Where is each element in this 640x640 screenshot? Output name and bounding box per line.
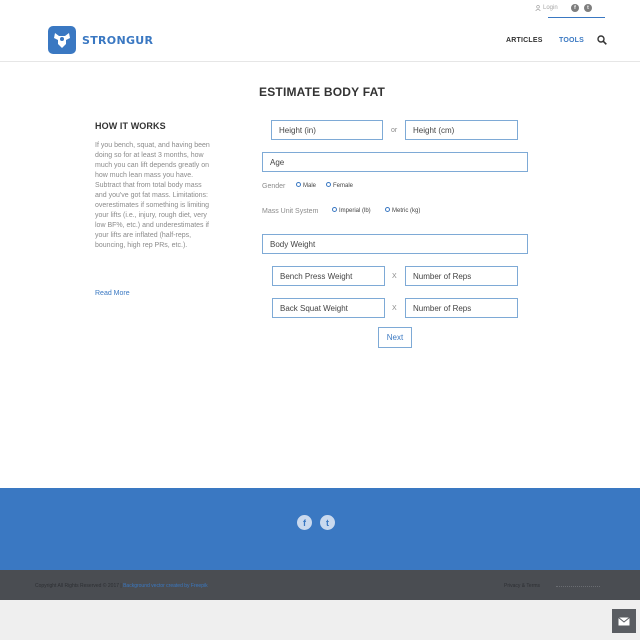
- sidebar-body: If you bench, squat, and having been doi…: [95, 142, 210, 249]
- footer: [0, 488, 640, 570]
- gender-female-label: Female: [333, 183, 354, 189]
- or-separator: or: [391, 127, 398, 134]
- body-weight-input[interactable]: Body Weight: [262, 234, 528, 254]
- footer-twitter-icon[interactable]: t: [320, 515, 335, 530]
- top-bar: STRONGUR Login f t ARTICLES TOOLS: [0, 0, 640, 62]
- login-link[interactable]: Login: [535, 5, 558, 11]
- age-input[interactable]: Age: [262, 152, 528, 172]
- next-button[interactable]: Next: [378, 327, 412, 348]
- read-more-link[interactable]: Read More: [95, 290, 130, 297]
- mass-unit-label: Mass Unit System: [262, 208, 319, 215]
- mail-icon: [618, 616, 630, 625]
- search-icon[interactable]: [597, 35, 607, 45]
- top-underline: [548, 17, 605, 18]
- nav-articles[interactable]: ARTICLES: [506, 37, 543, 44]
- page: STRONGUR Login f t ARTICLES TOOLS HOW IT…: [0, 0, 640, 640]
- copyright-text: Copyright All Rights Reserved © 2017 | B…: [35, 583, 208, 589]
- privacy-link[interactable]: Privacy & Terms: [504, 583, 540, 589]
- gender-label: Gender: [262, 183, 286, 190]
- logo-badge-icon: [48, 26, 76, 54]
- user-icon: [535, 5, 541, 11]
- bench-reps-input[interactable]: Number of Reps: [405, 266, 518, 286]
- radio-circle-icon: [332, 207, 337, 212]
- gender-male-radio[interactable]: Male: [296, 182, 317, 189]
- height-in-input[interactable]: Height (in): [271, 120, 383, 140]
- brand-name: STRONGUR: [82, 33, 154, 47]
- times-separator: X: [392, 305, 397, 312]
- twitter-icon[interactable]: t: [584, 4, 592, 12]
- times-separator: X: [392, 273, 397, 280]
- nav-tools[interactable]: TOOLS: [559, 37, 584, 44]
- credit-link[interactable]: Background vector created by Freepik: [123, 583, 208, 589]
- bench-weight-input[interactable]: Bench Press Weight: [272, 266, 385, 286]
- gender-female-radio[interactable]: Female: [326, 182, 354, 189]
- logo[interactable]: STRONGUR: [48, 26, 153, 54]
- login-label: Login: [543, 5, 558, 11]
- mass-metric-label: Metric (kg): [392, 208, 421, 214]
- page-bottom: [0, 600, 640, 640]
- height-cm-input[interactable]: Height (cm): [405, 120, 518, 140]
- page-title: ESTIMATE BODY FAT: [259, 85, 386, 99]
- facebook-icon[interactable]: f: [571, 4, 579, 12]
- mass-imperial-label: Imperial (lb): [339, 208, 371, 214]
- mail-button[interactable]: [612, 609, 636, 633]
- sidebar-title: HOW IT WORKS: [95, 121, 166, 131]
- radio-circle-icon: [385, 207, 390, 212]
- footer-facebook-icon[interactable]: f: [297, 515, 312, 530]
- squat-reps-input[interactable]: Number of Reps: [405, 298, 518, 318]
- divider: [556, 586, 600, 587]
- radio-circle-icon: [296, 182, 301, 187]
- mass-imperial-radio[interactable]: Imperial (lb): [332, 207, 371, 214]
- top-social-links: f t: [571, 4, 592, 12]
- gender-male-label: Male: [303, 183, 317, 189]
- squat-weight-input[interactable]: Back Squat Weight: [272, 298, 385, 318]
- copyright-label: Copyright All Rights Reserved © 2017 |: [35, 583, 124, 589]
- radio-circle-icon: [326, 182, 331, 187]
- mass-metric-radio[interactable]: Metric (kg): [385, 207, 421, 214]
